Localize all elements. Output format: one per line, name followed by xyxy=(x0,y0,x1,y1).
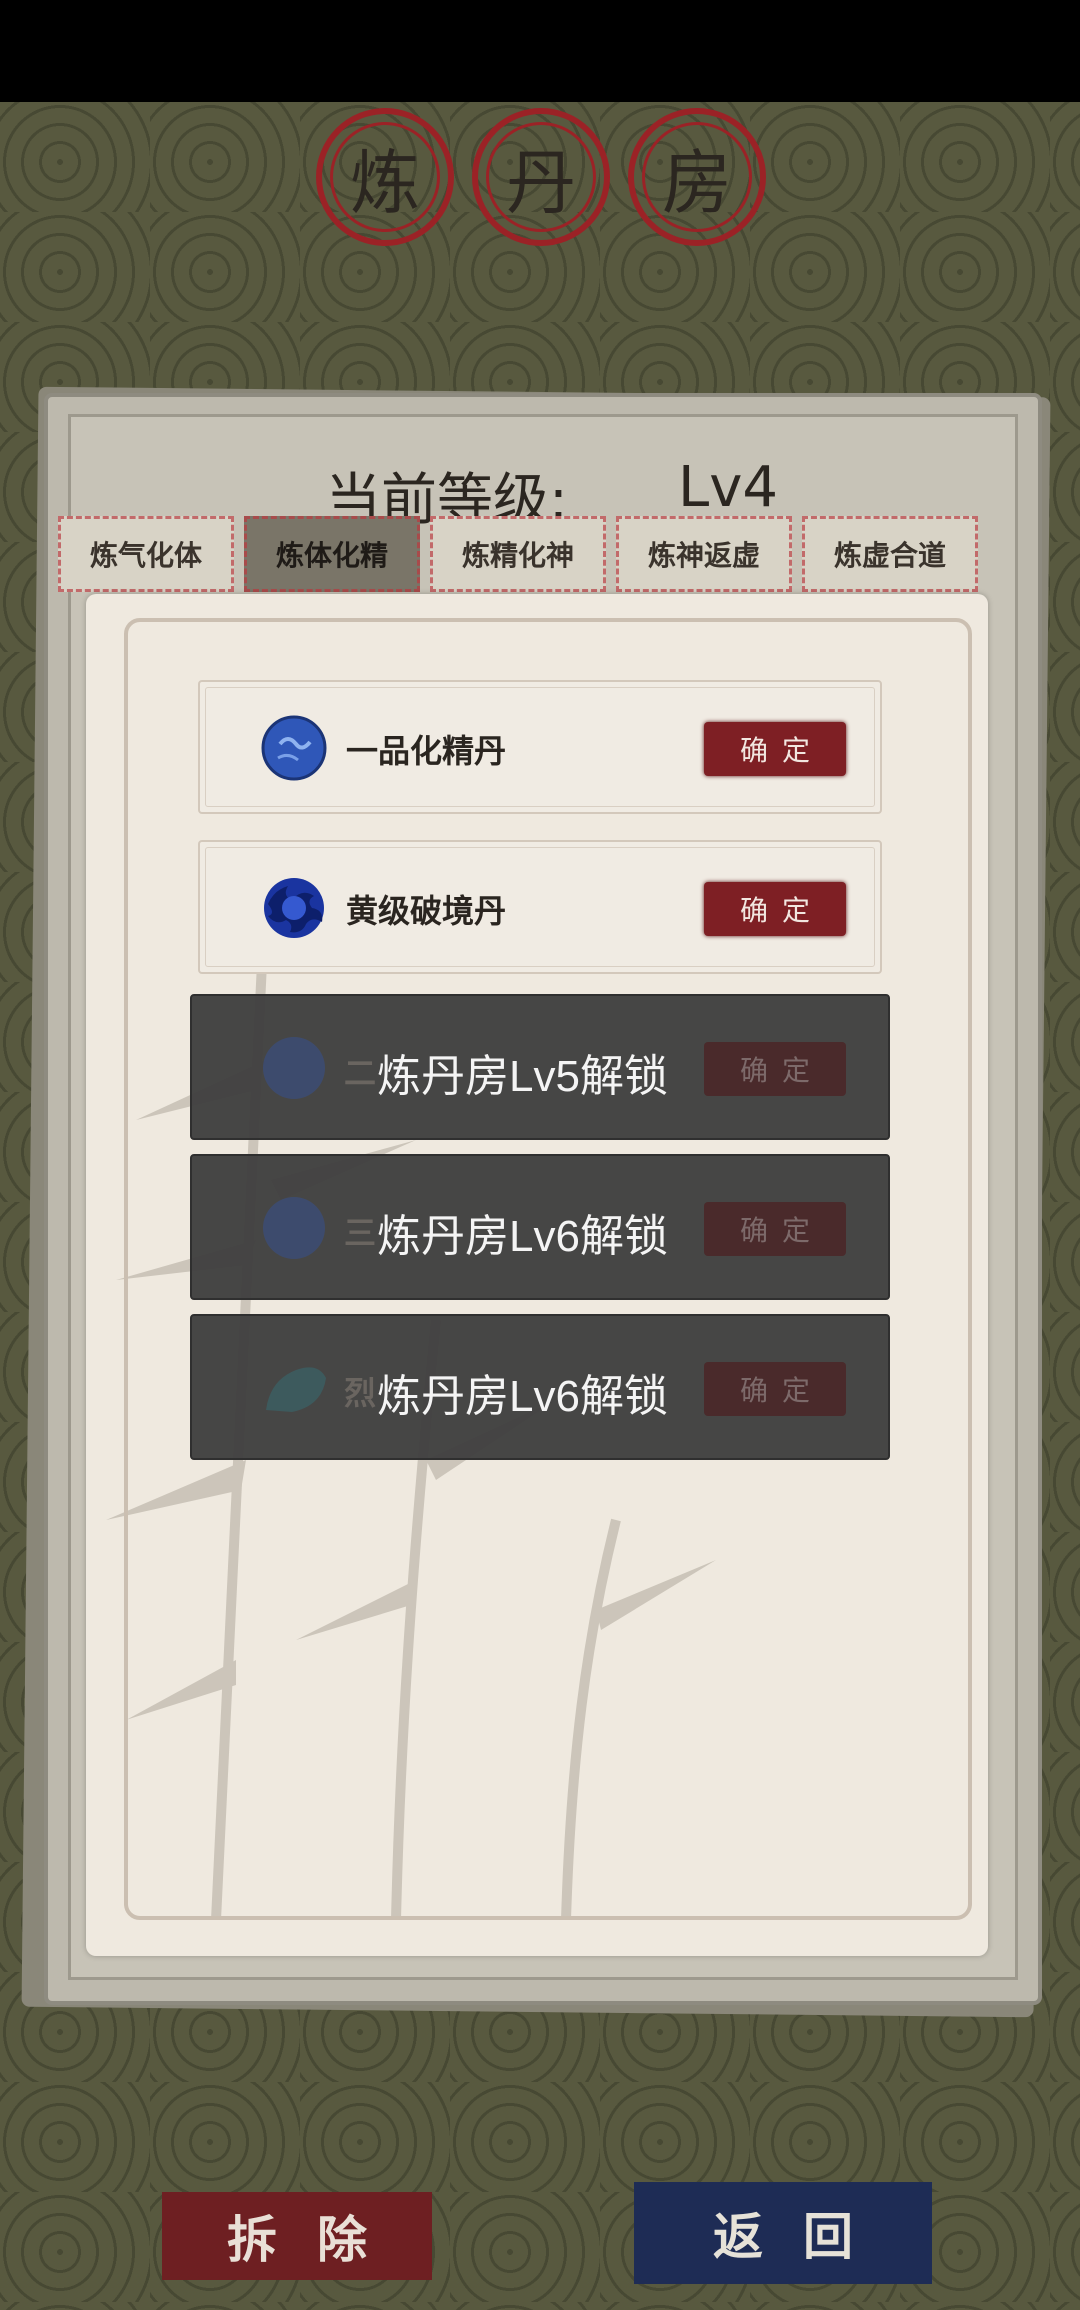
recipe-name: 一品化精丹 xyxy=(346,732,507,770)
tab-void-refining[interactable]: 炼虚合道 xyxy=(802,516,978,592)
confirm-button-disabled: 确定 xyxy=(704,1362,846,1416)
status-bar xyxy=(0,0,1080,102)
recipe-name-prefix: 烈 xyxy=(344,1374,377,1412)
blue-pill-icon xyxy=(261,715,327,781)
confirm-button-disabled: 确定 xyxy=(704,1202,846,1256)
locked-recipe-row: 二 确定 炼丹房Lv5解锁 xyxy=(190,994,890,1140)
blue-pill-icon xyxy=(263,1037,325,1099)
title-seal-3: 房 xyxy=(628,108,766,246)
unlock-requirement: 炼丹房Lv6解锁 xyxy=(377,1212,668,1261)
tab-body-refining[interactable]: 炼体化精 xyxy=(244,516,420,592)
tab-spirit-refining[interactable]: 炼神返虚 xyxy=(616,516,792,592)
title-seals: 炼 丹 房 xyxy=(0,108,1080,258)
confirm-button[interactable]: 确定 xyxy=(704,882,846,936)
unlock-requirement: 炼丹房Lv5解锁 xyxy=(377,1052,668,1101)
tab-qi-refining[interactable]: 炼气化体 xyxy=(58,516,234,592)
title-seal-1: 炼 xyxy=(316,108,454,246)
return-button[interactable]: 返回 xyxy=(634,2182,932,2284)
recipe-name-prefix: 二 xyxy=(344,1054,377,1092)
title-char-2: 丹 xyxy=(506,141,576,224)
recipe-name-prefix: 三 xyxy=(344,1214,377,1252)
dark-blue-pill-icon xyxy=(264,878,324,938)
realm-tabs: 炼气化体 炼体化精 炼精化神 炼神返虚 炼虚合道 xyxy=(58,516,978,592)
title-seal-2: 丹 xyxy=(472,108,610,246)
locked-recipe-row: 烈 确定 炼丹房Lv6解锁 xyxy=(190,1314,890,1460)
title-char-3: 房 xyxy=(662,141,732,224)
tab-essence-refining[interactable]: 炼精化神 xyxy=(430,516,606,592)
blue-pill-icon xyxy=(263,1197,325,1259)
unlock-requirement: 炼丹房Lv6解锁 xyxy=(377,1372,668,1421)
recipe-name: 黄级破境丹 xyxy=(346,892,507,930)
recipe-row: 一品化精丹 确定 xyxy=(198,680,882,814)
locked-recipe-row: 三 确定 炼丹房Lv6解锁 xyxy=(190,1154,890,1300)
teal-shell-icon xyxy=(266,1367,326,1412)
demolish-button[interactable]: 拆除 xyxy=(162,2192,432,2280)
current-level-value: Lv4 xyxy=(678,455,778,520)
confirm-button[interactable]: 确定 xyxy=(704,722,846,776)
title-char-1: 炼 xyxy=(350,141,420,224)
confirm-button-disabled: 确定 xyxy=(704,1042,846,1096)
recipe-row: 黄级破境丹 确定 xyxy=(198,840,882,974)
